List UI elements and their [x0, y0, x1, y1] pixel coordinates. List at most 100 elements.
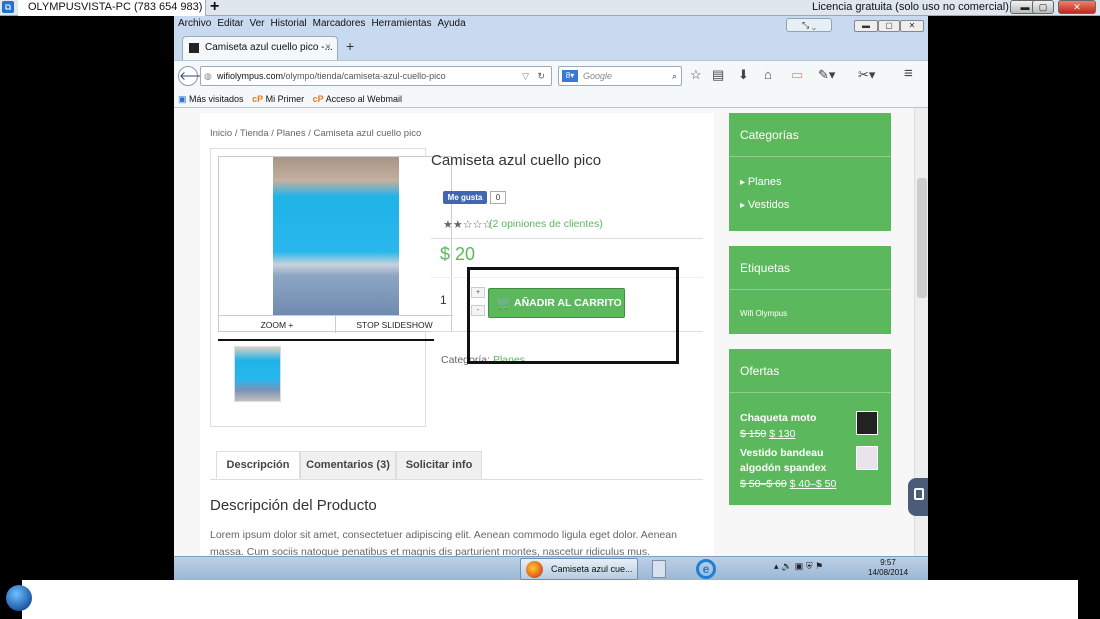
bookmark-star-icon[interactable]: ☆ [690, 67, 702, 83]
menu-ayuda[interactable]: Ayuda [437, 18, 465, 29]
category-planes[interactable]: Planes [729, 171, 891, 194]
tab-solicitar-info[interactable]: Solicitar info [396, 451, 482, 479]
new-price: $ 40–$ 50 [789, 478, 837, 490]
breadcrumb[interactable]: Inicio / Tienda / Planes / Camiseta azul… [210, 128, 421, 139]
scrollbar-thumb[interactable] [917, 178, 927, 298]
menu-marcadores[interactable]: Marcadores [313, 18, 366, 29]
remote-side-panel-tab[interactable] [908, 478, 928, 516]
bookmark-mas-visitados[interactable]: Más visitados [189, 94, 244, 104]
offer-name-line2[interactable]: algodón spandex [740, 462, 826, 474]
tab-close-icon[interactable]: × [325, 37, 331, 59]
back-icon[interactable]: 🡐 [178, 66, 211, 86]
offer-thumbnail[interactable] [856, 446, 878, 470]
app-icon: ⧉ [2, 1, 14, 13]
shield-icon[interactable]: ⛨ [806, 561, 813, 571]
dropdown-arrow-icon[interactable]: ▽ [522, 67, 529, 85]
menu-editar[interactable]: Editar [217, 18, 243, 29]
bookmarks-bar: ▣ Más visitados cP Mi Primer cP Acceso a… [174, 90, 928, 108]
tab-title: Camiseta azul cuello pico -... [205, 42, 333, 53]
search-icon[interactable]: ⌕ [672, 67, 677, 85]
tray-expand-icon[interactable]: ▴ [774, 561, 779, 571]
new-tab-button[interactable]: + [346, 38, 354, 54]
new-price: $ 130 [769, 428, 796, 440]
category-vestidos[interactable]: Vestidos [729, 194, 891, 217]
product-title: Camiseta azul cuello pico [431, 152, 602, 169]
maximize-icon[interactable]: ▢ [1032, 0, 1054, 14]
zoom-button[interactable]: ZOOM + [219, 315, 336, 333]
menu-historial[interactable]: Historial [271, 18, 307, 29]
facebook-like-button[interactable]: Me gusta [443, 191, 487, 204]
volume-icon[interactable]: 🔊 [781, 561, 792, 571]
widget-title: Ofertas [729, 349, 891, 393]
network-icon[interactable]: ▣ [795, 561, 804, 571]
tags-widget: Etiquetas Wifi Olympus [729, 246, 891, 334]
bookmark-webmail[interactable]: Acceso al Webmail [326, 94, 402, 104]
categories-widget: Categorías Planes Vestidos [729, 113, 891, 231]
product-photo[interactable] [273, 157, 399, 315]
old-price: $ 150 [740, 428, 767, 440]
reviews-link[interactable]: (2 opiniones de clientes) [489, 218, 603, 230]
offer-price: $ 150 $ 130 [740, 428, 795, 440]
search-placeholder: Google [583, 71, 613, 81]
highlight-box [467, 267, 679, 364]
widget-title: Etiquetas [729, 246, 891, 290]
window-minimize-icon[interactable]: ▬ [854, 20, 878, 32]
description-title: Descripción del Producto [210, 497, 377, 514]
tab-camiseta[interactable]: Camiseta azul cuello pico -... × [182, 36, 338, 60]
home-icon[interactable]: ⌂ [764, 67, 772, 82]
old-price: $ 50–$ 60 [740, 478, 787, 490]
tool-icon[interactable]: ✂▾ [858, 67, 875, 83]
internet-explorer-icon[interactable]: e [696, 559, 716, 579]
flag-icon[interactable]: ⚑ [815, 561, 823, 571]
offer-name[interactable]: Vestido bandeau [740, 447, 823, 459]
thumbnail-image[interactable] [234, 346, 281, 402]
download-icon[interactable]: ⬇ [738, 67, 749, 83]
main-image-frame: ZOOM + STOP SLIDESHOW [218, 156, 453, 333]
clock[interactable]: 9:57 14/08/2014 [868, 558, 908, 578]
remote-session-tab[interactable]: OLYMPUSVISTA-PC (783 654 983) [18, 0, 206, 16]
bookmark-mi-primer[interactable]: Mi Primer [266, 94, 305, 104]
close-icon[interactable]: ✕ [1058, 0, 1096, 14]
globe-icon: ◍ [204, 71, 212, 81]
offer-price: $ 50–$ 60 $ 40–$ 50 [740, 478, 836, 490]
favicon-icon [189, 43, 199, 53]
offer-thumbnail[interactable] [856, 411, 878, 435]
pen-icon[interactable]: ✎▾ [818, 67, 835, 83]
window-close-icon[interactable]: ✕ [900, 20, 924, 32]
tag-link[interactable]: Wifi Olympus [729, 290, 891, 318]
reading-list-icon[interactable]: ▤ [712, 67, 724, 83]
menu-icon[interactable]: ≡ [904, 65, 913, 82]
menu-archivo[interactable]: Archivo [178, 18, 211, 29]
tab-comentarios[interactable]: Comentarios (3) [300, 451, 396, 479]
tab-strip: Camiseta azul cuello pico -... × + [174, 34, 928, 60]
firefox-icon [526, 561, 543, 578]
tab-descripcion[interactable]: Descripción [216, 451, 300, 479]
license-text: Licencia gratuita (solo uso no comercial… [812, 1, 1009, 13]
new-session-button[interactable]: + [210, 0, 219, 16]
google-icon[interactable]: 8▾ [562, 70, 578, 82]
most-visited-icon: ▣ [178, 94, 187, 104]
url-bar[interactable]: ◍ wifiolympus.com/olympo/tienda/camiseta… [200, 66, 552, 86]
remote-titlebar: ⧉ OLYMPUSVISTA-PC (783 654 983) + Licenc… [0, 0, 1100, 16]
nav-bar: 🡐 ◍ wifiolympus.com/olympo/tienda/camise… [174, 60, 928, 90]
reload-icon[interactable]: ↻ [537, 67, 545, 85]
cpanel-icon: cP [252, 94, 264, 104]
menu-ver[interactable]: Ver [249, 18, 264, 29]
web-page: Inicio / Tienda / Planes / Camiseta azul… [174, 108, 928, 556]
offer-name[interactable]: Chaqueta moto [740, 412, 816, 424]
gallery-divider [218, 339, 434, 341]
addon-icon[interactable]: ▭ [791, 67, 803, 83]
menu-herramientas[interactable]: Herramientas [371, 18, 431, 29]
product-gallery: ZOOM + STOP SLIDESHOW [210, 148, 453, 427]
cpanel-icon: cP [312, 94, 324, 104]
tabs-underline [210, 479, 703, 480]
calculator-icon[interactable] [652, 560, 666, 578]
widget-title: Categorías [729, 113, 891, 157]
window-restore-icon[interactable]: ▢ [878, 20, 900, 32]
quantity-value[interactable]: 1 [440, 293, 447, 307]
start-orb-icon[interactable] [6, 585, 32, 611]
collapse-toolbar-icon[interactable]: ⤡ ⌄ [786, 18, 832, 32]
bottom-blank-area [22, 580, 1078, 619]
taskbar-firefox-button[interactable]: Camiseta azul cue... [520, 558, 638, 580]
search-input[interactable]: 8▾ Google ⌕ [558, 66, 682, 86]
